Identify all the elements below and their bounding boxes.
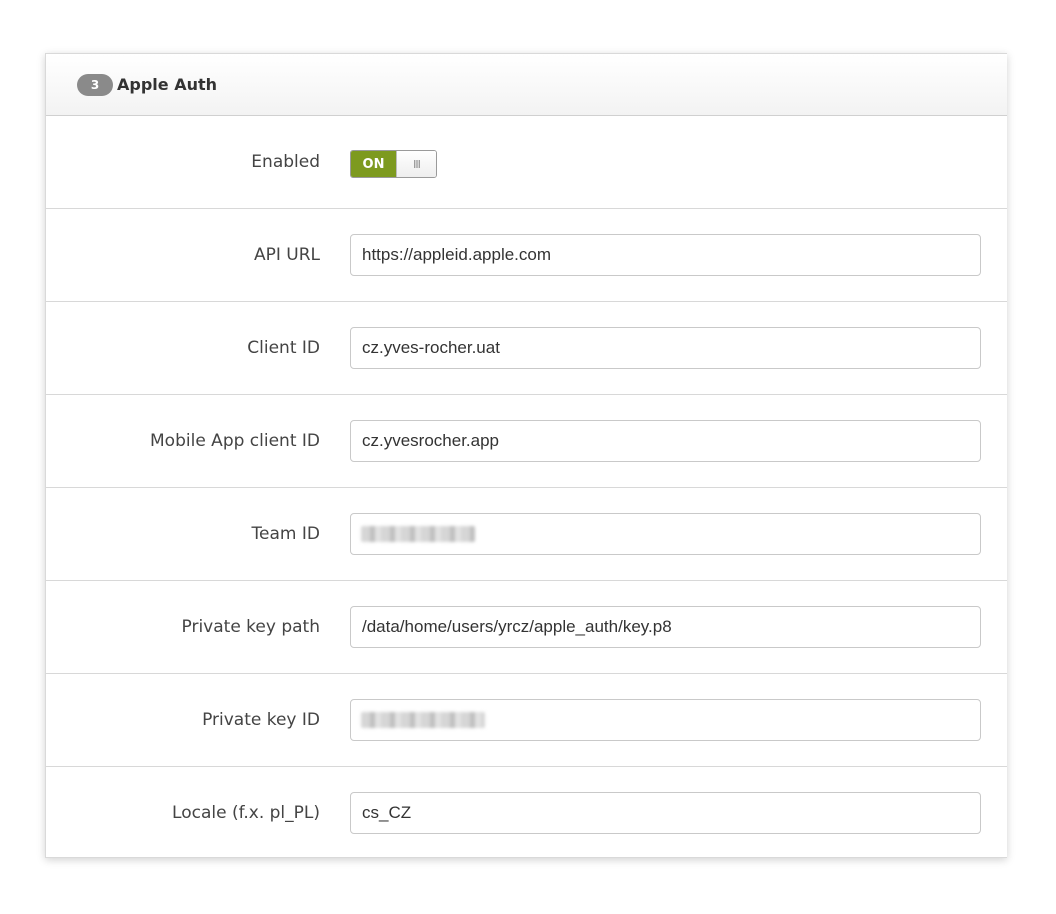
toggle-handle-grip-icon: III: [396, 151, 436, 177]
team-id-input[interactable]: [350, 513, 981, 555]
private-key-path-input[interactable]: [350, 606, 981, 648]
locale-label: Locale (f.x. pl_PL): [172, 803, 320, 823]
locale-input[interactable]: [350, 792, 981, 834]
api-url-label: API URL: [253, 245, 320, 265]
row-api-url: API URL: [46, 209, 1007, 302]
client-id-input[interactable]: [350, 327, 981, 369]
mobile-app-client-id-input[interactable]: [350, 420, 981, 462]
redacted-value: [361, 712, 485, 728]
row-team-id: Team ID: [46, 488, 1007, 581]
row-locale: Locale (f.x. pl_PL): [46, 767, 1007, 857]
private-key-path-label: Private key path: [181, 617, 320, 637]
row-enabled: Enabled ON III: [46, 116, 1007, 209]
row-private-key-path: Private key path: [46, 581, 1007, 674]
private-key-id-label: Private key ID: [202, 710, 320, 730]
api-url-input[interactable]: [350, 234, 981, 276]
panel-header: 3 Apple Auth: [46, 54, 1007, 116]
mobile-app-client-id-label: Mobile App client ID: [150, 431, 320, 451]
row-private-key-id: Private key ID: [46, 674, 1007, 767]
toggle-on-label: ON: [351, 151, 396, 177]
row-client-id: Client ID: [46, 302, 1007, 395]
client-id-label: Client ID: [247, 338, 320, 358]
panel-title: Apple Auth: [117, 75, 218, 94]
enabled-toggle[interactable]: ON III: [350, 150, 437, 178]
team-id-label: Team ID: [251, 524, 320, 544]
redacted-value: [361, 526, 475, 542]
row-mobile-app-client-id: Mobile App client ID: [46, 395, 1007, 488]
apple-auth-panel: 3 Apple Auth Enabled ON III API URL Clie…: [45, 53, 1007, 858]
step-badge: 3: [77, 73, 113, 96]
private-key-id-input[interactable]: [350, 699, 981, 741]
enabled-label: Enabled: [251, 152, 320, 172]
